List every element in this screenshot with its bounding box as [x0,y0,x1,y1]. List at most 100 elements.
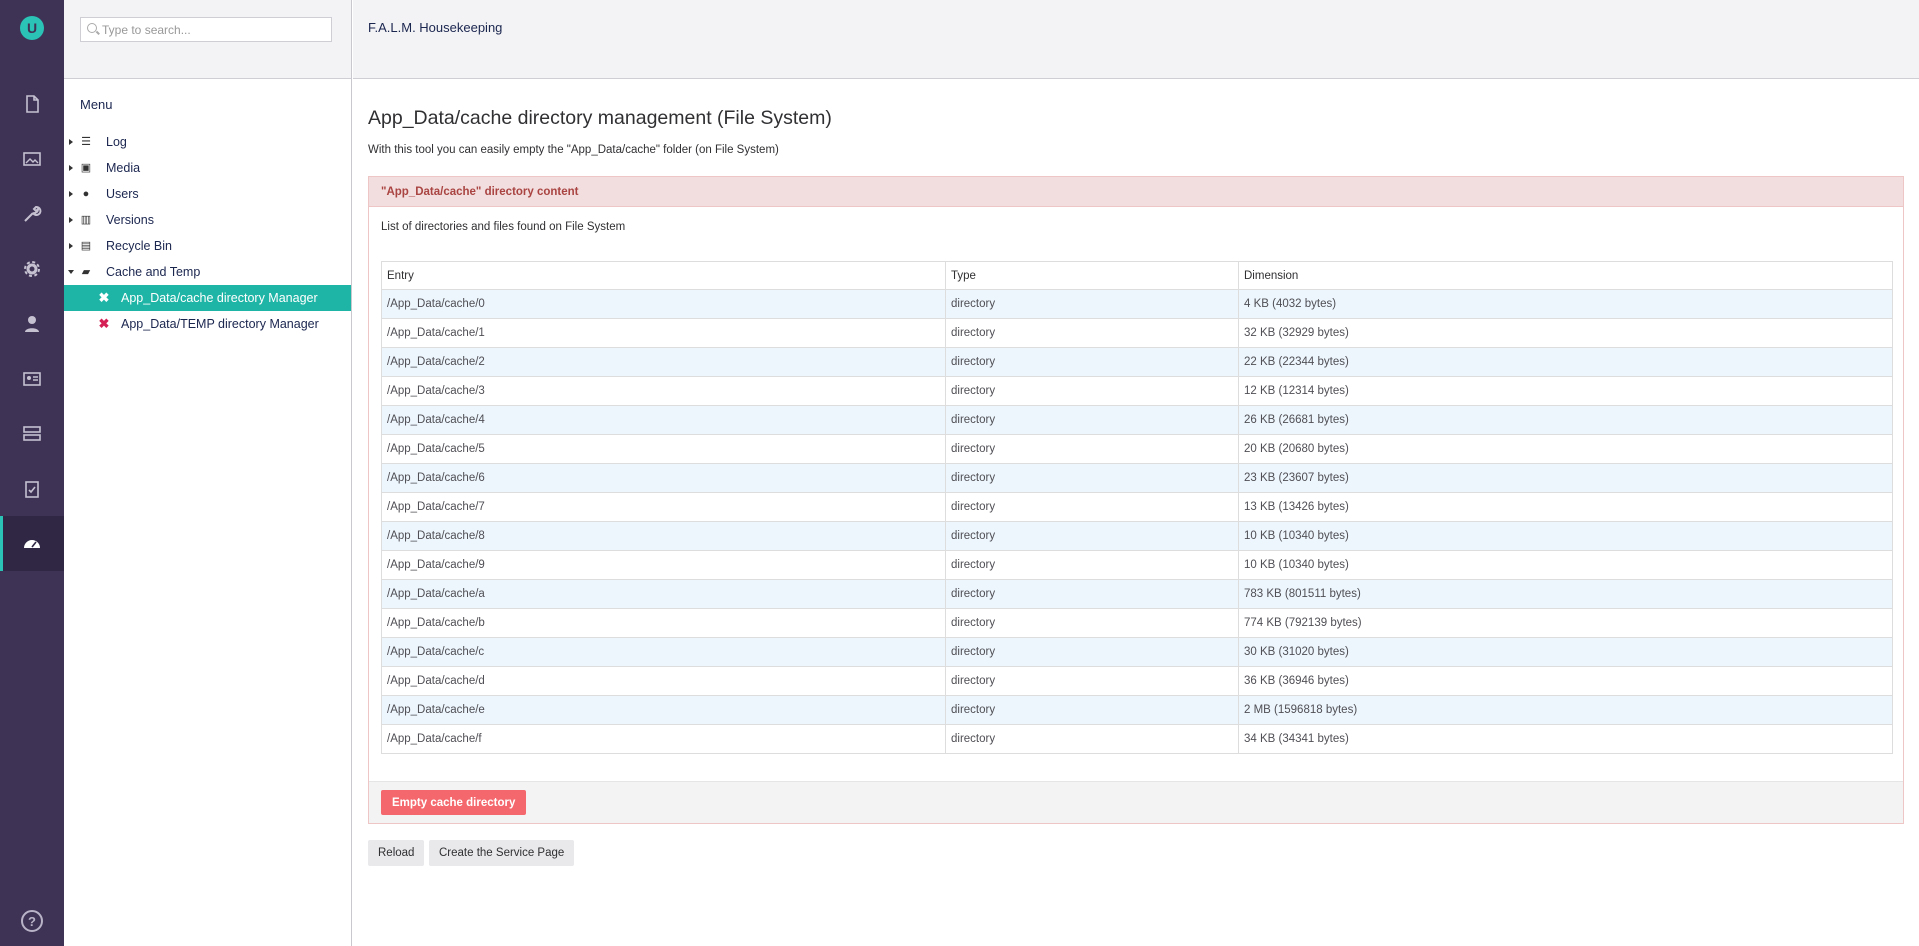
search-icon [87,23,97,33]
dimension-cell: 12 KB (12314 bytes) [1238,376,1893,406]
list-icon: ☰ [81,136,91,148]
tree-node-users[interactable]: ● Users [64,181,351,207]
dimension-cell: 22 KB (22344 bytes) [1238,347,1893,377]
collapse-arrow-icon[interactable] [68,270,74,274]
entry-cell: /App_Data/cache/6 [381,463,946,493]
table-row: /App_Data/cache/9 directory 10 KB (10340 b… [381,550,1893,580]
content-section-icon[interactable] [0,76,64,131]
type-cell: directory [945,405,1239,435]
dimension-cell: 20 KB (20680 bytes) [1238,434,1893,464]
table-row: /App_Data/cache/5 directory 20 KB (20680 b… [381,434,1893,464]
search-input[interactable] [81,18,331,41]
tree-node-temp-manager[interactable]: ✖ App_Data/TEMP directory Manager [64,311,351,337]
expand-arrow-icon[interactable] [69,139,73,145]
translation-section-icon[interactable] [0,461,64,516]
column-header-type: Type [945,261,1239,290]
directory-content-panel: "App_Data/cache" directory content List … [368,176,1904,824]
table-row: /App_Data/cache/7 directory 13 KB (13426 b… [381,492,1893,522]
header-title: F.A.L.M. Housekeeping [368,20,503,35]
settings-section-icon[interactable] [0,186,64,241]
directory-table: Entry Type Dimension /App_Data/cache/0 di… [381,261,1893,754]
dimension-cell: 783 KB (801511 bytes) [1238,579,1893,609]
entry-cell: /App_Data/cache/f [381,724,946,754]
forms-section-icon[interactable] [0,406,64,461]
type-cell: directory [945,347,1239,377]
dimension-cell: 2 MB (1596818 bytes) [1238,695,1893,725]
close-icon: ✖ [98,316,110,331]
panel-footer: Empty cache directory [369,781,1903,823]
dimension-cell: 4 KB (4032 bytes) [1238,289,1893,319]
type-cell: directory [945,724,1239,754]
table-row: /App_Data/cache/6 directory 23 KB (23607 b… [381,463,1893,493]
tree-node-log[interactable]: ☰ Log [64,129,351,155]
entry-cell: /App_Data/cache/9 [381,550,946,580]
tree-node-cache-manager[interactable]: ✖ App_Data/cache directory Manager [64,285,351,311]
expand-arrow-icon[interactable] [69,243,73,249]
folder-open-icon: ▰ [81,266,91,278]
expand-arrow-icon[interactable] [69,191,73,197]
dimension-cell: 30 KB (31020 bytes) [1238,637,1893,667]
tree-panel: Menu ☰ Log ▣ Media ● Users ▥ Versions ▤ … [64,0,352,946]
dimension-cell: 36 KB (36946 bytes) [1238,666,1893,696]
type-cell: directory [945,463,1239,493]
table-row: /App_Data/cache/b directory 774 KB (792139… [381,608,1893,638]
search-box[interactable] [80,17,332,42]
entry-cell: /App_Data/cache/b [381,608,946,638]
type-cell: directory [945,434,1239,464]
type-cell: directory [945,579,1239,609]
umbraco-logo[interactable]: U [20,16,44,40]
close-icon: ✖ [98,290,110,305]
table-row: /App_Data/cache/f directory 34 KB (34341 b… [381,724,1893,754]
entry-cell: /App_Data/cache/1 [381,318,946,348]
empty-cache-button[interactable]: Empty cache directory [381,790,527,815]
dimension-cell: 34 KB (34341 bytes) [1238,724,1893,754]
table-row: /App_Data/cache/0 directory 4 KB (4032 byt… [381,289,1893,319]
entry-cell: /App_Data/cache/5 [381,434,946,464]
entry-cell: /App_Data/cache/8 [381,521,946,551]
tree-node-versions[interactable]: ▥ Versions [64,207,351,233]
dimension-cell: 26 KB (26681 bytes) [1238,405,1893,435]
sections-rail: U ? [0,0,64,946]
expand-arrow-icon[interactable] [69,217,73,223]
dimension-cell: 23 KB (23607 bytes) [1238,463,1893,493]
table-row: /App_Data/cache/e directory 2 MB (1596818 … [381,695,1893,725]
type-cell: directory [945,376,1239,406]
media-section-icon[interactable] [0,131,64,186]
reload-button[interactable]: Reload [368,840,425,866]
falm-section-icon[interactable] [0,516,64,571]
editor-content: App_Data/cache directory management (Fil… [353,80,1919,946]
dimension-cell: 13 KB (13426 bytes) [1238,492,1893,522]
table-row: /App_Data/cache/c directory 30 KB (31020 b… [381,637,1893,667]
books-icon: ▥ [80,214,92,226]
packages-section-icon[interactable] [0,241,64,296]
tree-node-media[interactable]: ▣ Media [64,155,351,181]
type-cell: directory [945,666,1239,696]
dimension-cell: 774 KB (792139 bytes) [1238,608,1893,638]
column-header-entry: Entry [381,261,946,290]
entry-cell: /App_Data/cache/0 [381,289,946,319]
members-section-icon[interactable] [0,351,64,406]
menu-title: Menu [80,97,113,112]
table-row: /App_Data/cache/2 directory 22 KB (22344 b… [381,347,1893,377]
dimension-cell: 32 KB (32929 bytes) [1238,318,1893,348]
entry-cell: /App_Data/cache/2 [381,347,946,377]
entry-cell: /App_Data/cache/4 [381,405,946,435]
type-cell: directory [945,318,1239,348]
help-icon[interactable]: ? [21,910,43,932]
users-section-icon[interactable] [0,296,64,351]
type-cell: directory [945,637,1239,667]
type-cell: directory [945,492,1239,522]
dimension-cell: 10 KB (10340 bytes) [1238,521,1893,551]
tree-node-recycle-bin[interactable]: ▤ Recycle Bin [64,233,351,259]
page-title: App_Data/cache directory management (Fil… [368,107,832,129]
table-row: /App_Data/cache/d directory 36 KB (36946 b… [381,666,1893,696]
tree-node-cache-and-temp[interactable]: ▰ Cache and Temp [64,259,351,285]
entry-cell: /App_Data/cache/d [381,666,946,696]
create-service-page-button[interactable]: Create the Service Page [429,840,575,866]
dimension-cell: 10 KB (10340 bytes) [1238,550,1893,580]
table-row: /App_Data/cache/4 directory 26 KB (26681 b… [381,405,1893,435]
page-description: With this tool you can easily empty the … [368,144,779,156]
expand-arrow-icon[interactable] [69,165,73,171]
entry-cell: /App_Data/cache/a [381,579,946,609]
type-cell: directory [945,695,1239,725]
